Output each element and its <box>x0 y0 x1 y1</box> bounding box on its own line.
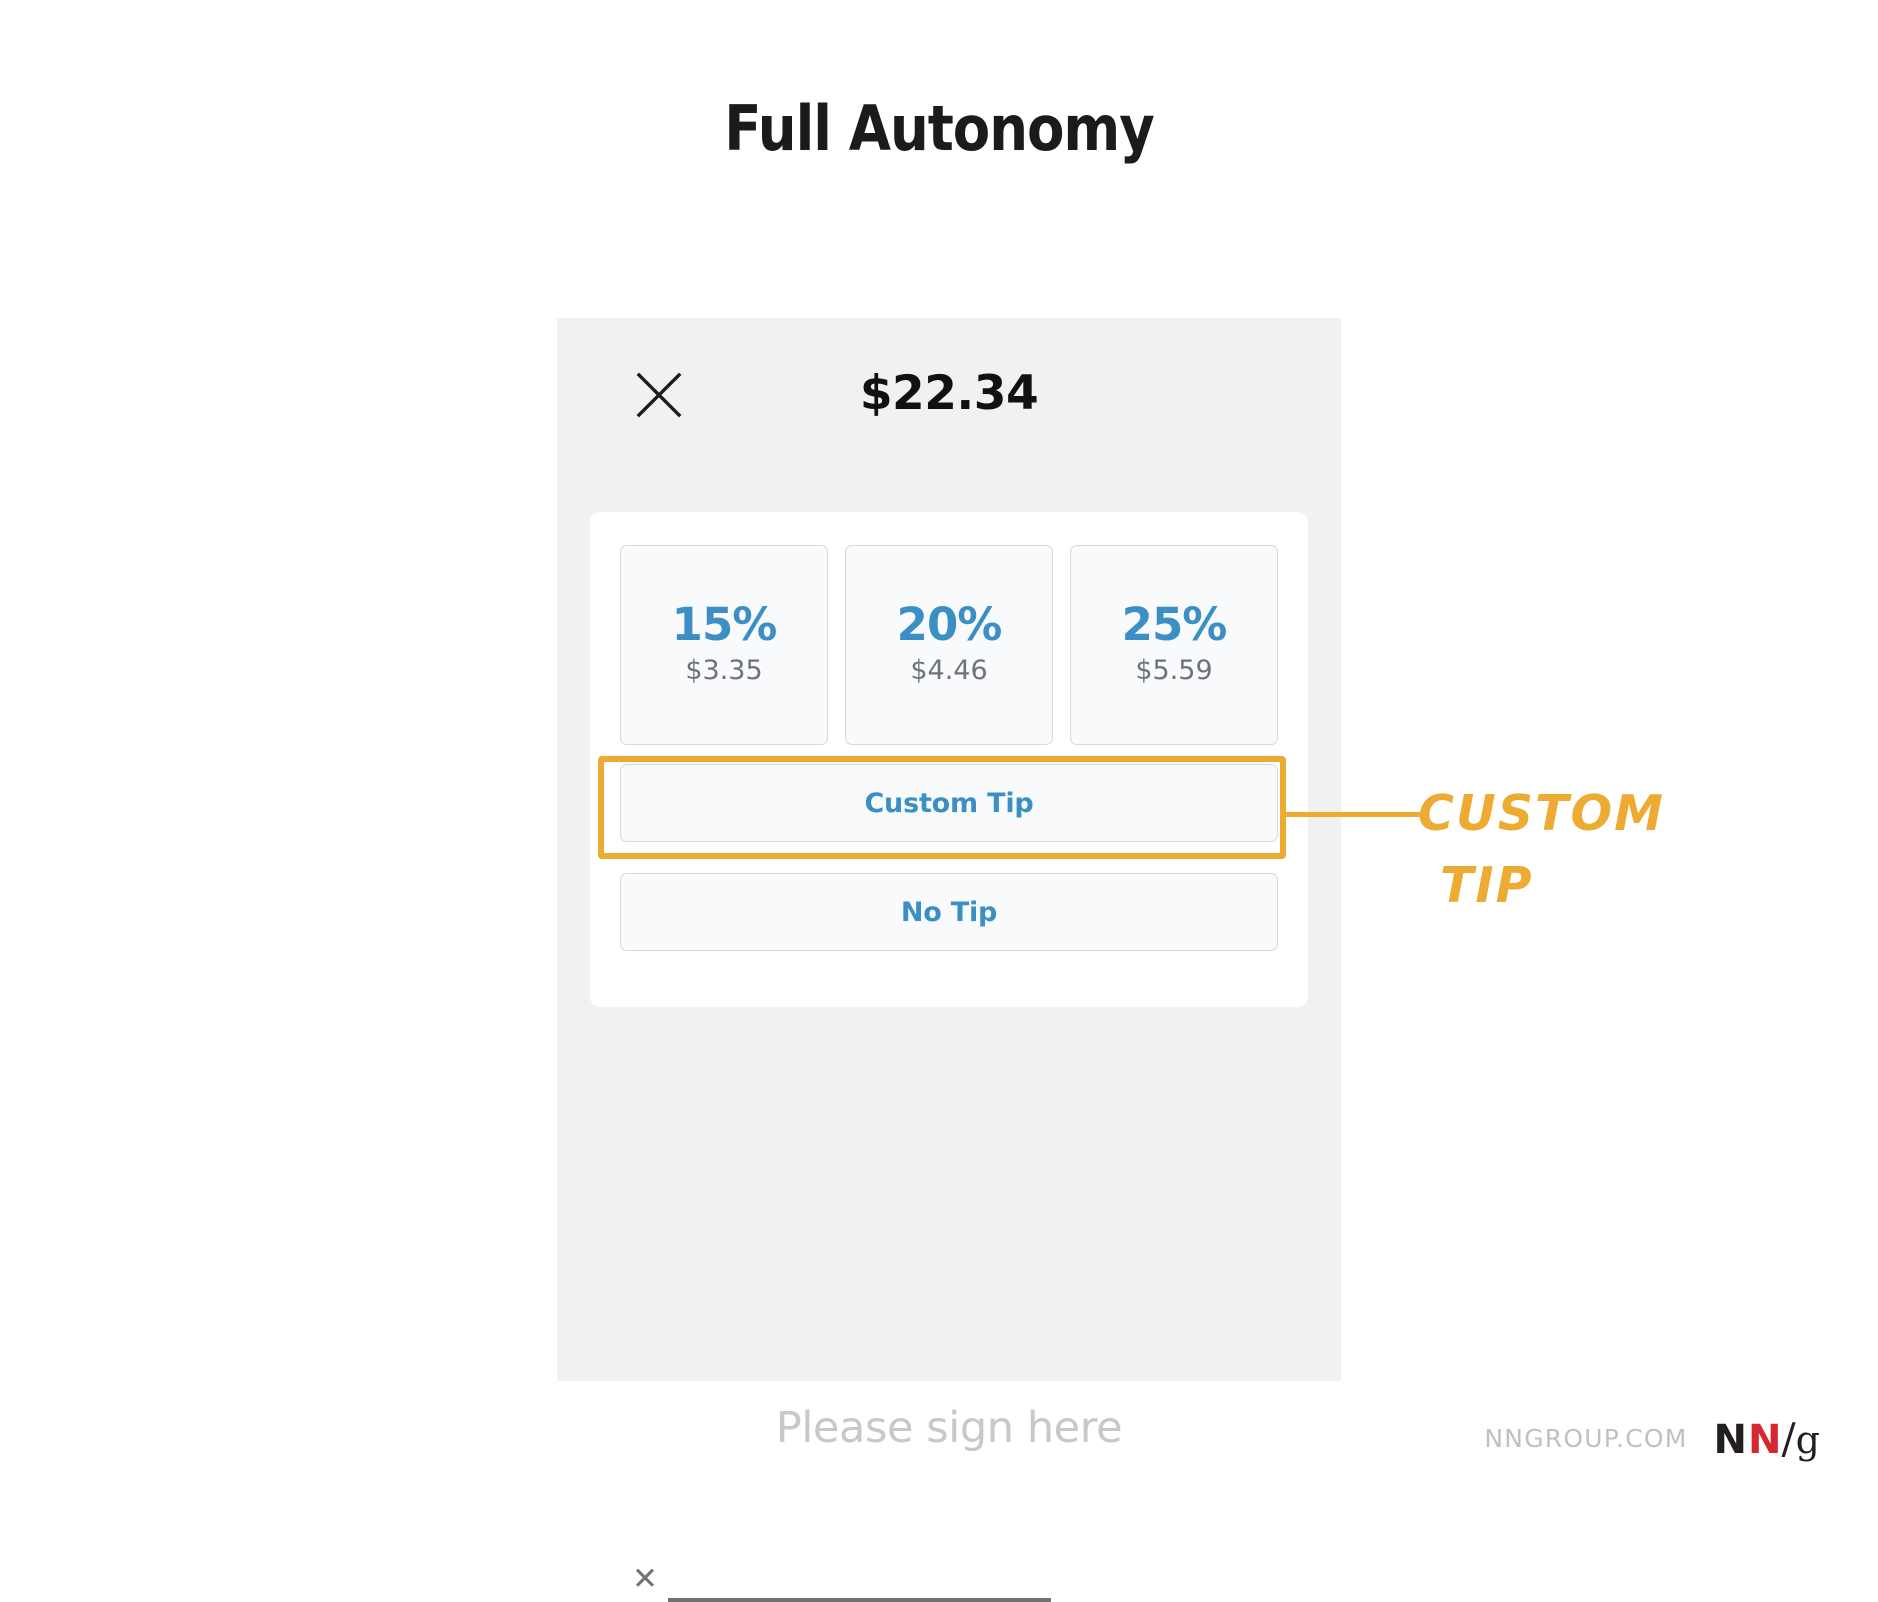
signature-line[interactable] <box>668 1598 1051 1602</box>
signature-x-marker: ✕ <box>632 1561 658 1597</box>
tip-amount-label: $5.59 <box>1135 651 1212 691</box>
tip-option-25[interactable]: 25% $5.59 <box>1070 545 1278 745</box>
footer-url: NNGROUP.COM <box>1484 1424 1687 1453</box>
no-tip-button[interactable]: No Tip <box>620 873 1278 951</box>
signature-prompt: Please sign here <box>557 1403 1341 1453</box>
tip-amount-label: $4.46 <box>910 651 987 691</box>
page-title: Full Autonomy <box>113 92 1766 165</box>
footer: NNGROUP.COM N N / g <box>1484 1414 1820 1463</box>
tip-amount-label: $3.35 <box>685 651 762 691</box>
callout-line-2: TIP <box>1418 850 1718 922</box>
callout-line-1: CUSTOM <box>1418 785 1665 842</box>
tip-percent-label: 25% <box>1122 599 1227 651</box>
callout-connector-line <box>1286 812 1422 817</box>
bill-total-amount: $22.34 <box>557 363 1341 425</box>
nng-logo: N N / g <box>1714 1414 1820 1463</box>
tip-percentage-group: 15% $3.35 20% $4.46 25% $5.59 <box>620 545 1278 745</box>
tip-option-15[interactable]: 15% $3.35 <box>620 545 828 745</box>
callout-annotation: CUSTOM TIP <box>1418 778 1718 922</box>
tip-percent-label: 20% <box>897 599 1002 651</box>
terminal-header: $22.34 <box>557 363 1341 433</box>
nng-logo-slash: / <box>1782 1414 1796 1463</box>
nng-logo-n2: N <box>1748 1417 1780 1463</box>
nng-logo-g: g <box>1796 1418 1820 1462</box>
nng-logo-n1: N <box>1714 1417 1746 1463</box>
tip-percent-label: 15% <box>672 599 777 651</box>
tip-option-20[interactable]: 20% $4.46 <box>845 545 1053 745</box>
custom-tip-highlight-box <box>598 756 1286 859</box>
